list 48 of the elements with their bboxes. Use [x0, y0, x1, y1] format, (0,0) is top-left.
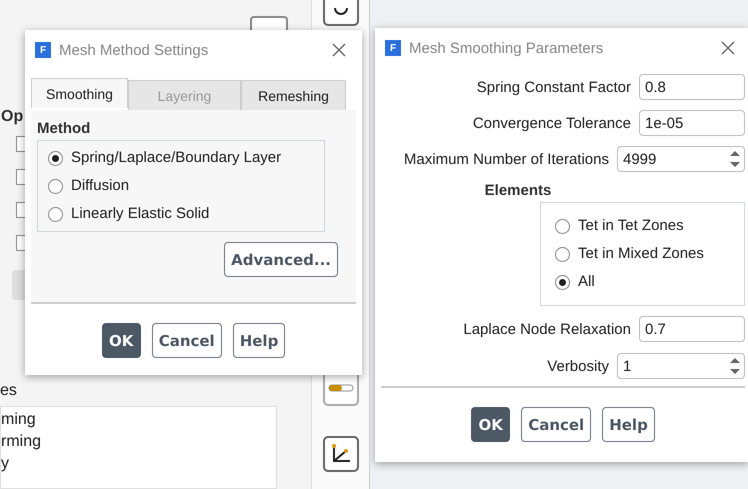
advanced-button[interactable]: Advanced... — [224, 242, 338, 277]
dialog-title: Mesh Smoothing Parameters — [409, 40, 604, 56]
field-label: Spring Constant Factor — [476, 78, 631, 96]
ok-button[interactable]: OK — [102, 323, 141, 358]
group-label: Method — [37, 120, 90, 137]
radio-button[interactable] — [555, 246, 570, 262]
radio-button[interactable] — [555, 274, 570, 290]
section-label: es — [0, 382, 18, 400]
app-logo: F — [385, 40, 401, 56]
radio-button[interactable] — [48, 206, 63, 222]
input-field[interactable]: 0.8 — [639, 74, 745, 100]
tab[interactable]: Remeshing — [241, 80, 346, 110]
spinner-field[interactable]: 1 — [617, 353, 745, 379]
field-label: Maximum Number of Iterations — [404, 150, 609, 168]
radio-option[interactable]: Diffusion — [48, 175, 314, 197]
list-item[interactable]: rming — [1, 430, 276, 452]
dialog-button[interactable]: Cancel — [152, 323, 222, 358]
radio-button[interactable] — [48, 178, 63, 194]
dialog-title: Mesh Method Settings — [59, 42, 210, 58]
field-label: Convergence Tolerance — [472, 114, 631, 132]
tab[interactable]: Smoothing — [31, 78, 128, 108]
rotate-tool-icon[interactable] — [322, 0, 358, 26]
close-icon[interactable] — [721, 41, 735, 55]
dialog-button[interactable]: Help — [602, 407, 655, 442]
close-icon[interactable] — [332, 43, 346, 57]
radio-option[interactable]: Tet in Mixed Zones — [555, 243, 730, 265]
spinner-arrows-icon[interactable] — [729, 355, 741, 377]
spinner-arrows-icon[interactable] — [729, 148, 741, 170]
dialog-button[interactable]: Help — [232, 323, 286, 358]
group-label: Elements — [484, 182, 552, 199]
radio-button[interactable] — [555, 218, 570, 234]
radio-option[interactable]: Spring/Laplace/Boundary Layer — [48, 147, 314, 169]
app-logo: F — [35, 42, 51, 58]
input-field[interactable]: 1e-05 — [639, 110, 745, 136]
list-item[interactable]: ming — [1, 408, 276, 430]
list-item[interactable]: y — [1, 452, 276, 474]
field-label: Verbosity — [547, 358, 609, 374]
axes-tool-icon[interactable] — [322, 436, 358, 472]
radio-button[interactable] — [48, 150, 63, 166]
dialog-button[interactable]: Cancel — [521, 407, 592, 442]
spinner-field[interactable]: 4999 — [617, 146, 745, 172]
radio-option[interactable]: Tet in Tet Zones — [555, 215, 730, 237]
section-heading: Op — [1, 108, 24, 126]
field-label: Laplace Node Relaxation — [463, 320, 631, 338]
input-field[interactable]: 0.7 — [639, 316, 745, 342]
radio-option[interactable]: Linearly Elastic Solid — [48, 203, 314, 225]
ok-button[interactable]: OK — [471, 407, 510, 442]
radio-option[interactable]: All — [555, 271, 730, 293]
